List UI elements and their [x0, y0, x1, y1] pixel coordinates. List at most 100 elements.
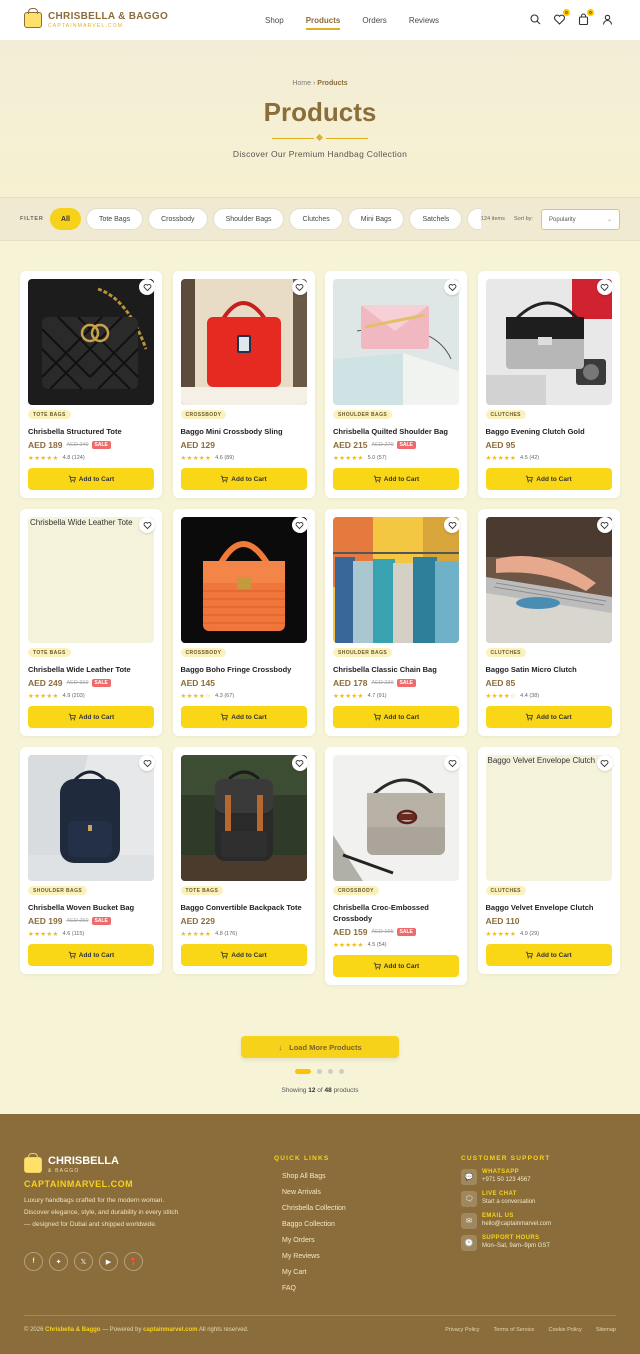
- add-to-cart-button[interactable]: Add to Cart: [333, 468, 459, 490]
- wishlist-heart-icon[interactable]: [139, 517, 155, 533]
- legal-sitemap[interactable]: Sitemap: [596, 1327, 616, 1333]
- product-card[interactable]: CROSSBODY Baggo Boho Fringe Crossbody AE…: [172, 509, 315, 736]
- product-name[interactable]: Baggo Evening Clutch Gold: [486, 426, 612, 437]
- legal-terms[interactable]: Terms of Service: [494, 1327, 535, 1333]
- product-card[interactable]: SHOULDER BAGS Chrisbella Woven Bucket Ba…: [20, 747, 162, 974]
- support-live-chat[interactable]: 🗨 LIVE CHAT Start a conversation: [461, 1191, 535, 1207]
- product-image[interactable]: [333, 279, 459, 405]
- chip-satchels[interactable]: Satchels: [409, 208, 463, 230]
- wishlist-heart-icon[interactable]: [139, 755, 155, 771]
- instagram-icon[interactable]: ✦: [49, 1252, 68, 1271]
- youtube-icon[interactable]: ▶: [99, 1252, 118, 1271]
- chip-clutches[interactable]: Clutches: [289, 208, 343, 230]
- search-icon[interactable]: [529, 13, 542, 26]
- add-to-cart-button[interactable]: Add to Cart: [180, 944, 307, 966]
- wishlist-heart-icon[interactable]: [596, 755, 613, 771]
- add-to-cart-button[interactable]: Add to Cart: [28, 944, 154, 966]
- product-name[interactable]: Baggo Convertible Backpack Tote: [181, 902, 307, 913]
- copyright-site[interactable]: captainmarvel.com: [143, 1327, 197, 1333]
- product-image[interactable]: [180, 279, 307, 405]
- wishlist-heart-icon[interactable]: [291, 517, 308, 533]
- product-name[interactable]: Baggo Satin Micro Clutch: [486, 664, 612, 675]
- product-name[interactable]: Chrisbella Croc-Embossed Crossbody: [333, 902, 459, 924]
- wishlist-heart-icon[interactable]: [596, 517, 613, 533]
- add-to-cart-button[interactable]: Add to Cart: [28, 706, 154, 728]
- add-to-cart-button[interactable]: Add to Cart: [485, 706, 612, 728]
- load-more-button[interactable]: ↓ Load More Products: [241, 1036, 399, 1058]
- product-card[interactable]: CLUTCHES Baggo Evening Clutch Gold AED 9…: [477, 271, 620, 498]
- wishlist-heart-icon[interactable]: 0: [553, 9, 570, 26]
- product-card[interactable]: Chrisbella Wide Leather Tote TOTE BAGS C…: [20, 509, 162, 736]
- footer-link-baggo[interactable]: Baggo Collection: [282, 1221, 346, 1237]
- chip-crossbody[interactable]: Crossbody: [148, 208, 208, 230]
- product-name[interactable]: Chrisbella Structured Tote: [28, 426, 154, 437]
- nav-reviews[interactable]: Reviews: [409, 16, 439, 25]
- wishlist-heart-icon[interactable]: [596, 279, 613, 295]
- nav-shop[interactable]: Shop: [265, 16, 284, 25]
- product-name[interactable]: Chrisbella Classic Chain Bag: [333, 664, 459, 675]
- product-name[interactable]: Chrisbella Woven Bucket Bag: [28, 902, 154, 913]
- nav-products[interactable]: Products: [305, 16, 340, 30]
- product-image[interactable]: [180, 755, 307, 881]
- footer-link-faq[interactable]: FAQ: [282, 1285, 346, 1301]
- cart-bag-icon[interactable]: 0: [577, 9, 594, 26]
- add-to-cart-button[interactable]: Add to Cart: [180, 706, 307, 728]
- wishlist-heart-icon[interactable]: [444, 279, 460, 295]
- add-to-cart-button[interactable]: Add to Cart: [333, 955, 459, 977]
- brand[interactable]: CHRISBELLA & BAGGO CAPTAINMARVEL.COM: [48, 11, 168, 29]
- product-image[interactable]: [28, 279, 154, 405]
- chip-tote-bags[interactable]: Tote Bags: [85, 208, 144, 230]
- add-to-cart-button[interactable]: Add to Cart: [485, 468, 612, 490]
- support-email[interactable]: ✉ EMAIL US hello@captainmarvel.com: [461, 1213, 551, 1229]
- footer-link-new-arrivals[interactable]: New Arrivals: [282, 1189, 346, 1205]
- product-name[interactable]: Baggo Boho Fringe Crossbody: [181, 664, 307, 675]
- user-account-icon[interactable]: [601, 13, 614, 26]
- add-to-cart-button[interactable]: Add to Cart: [485, 944, 612, 966]
- breadcrumb-home[interactable]: Home: [292, 80, 311, 87]
- footer-site[interactable]: CAPTAINMARVEL.COM: [24, 1179, 133, 1189]
- nav-orders[interactable]: Orders: [362, 16, 386, 25]
- product-image[interactable]: Baggo Velvet Envelope Clutch: [485, 755, 612, 881]
- facebook-icon[interactable]: f: [24, 1252, 43, 1271]
- product-name[interactable]: Chrisbella Wide Leather Tote: [28, 664, 154, 675]
- copyright-brand[interactable]: Chrisbella & Baggo: [45, 1327, 100, 1333]
- product-card[interactable]: SHOULDER BAGS Chrisbella Quilted Shoulde…: [325, 271, 467, 498]
- product-image[interactable]: [333, 517, 459, 643]
- chip-all[interactable]: All: [50, 208, 81, 230]
- chip-mini-bags[interactable]: Mini Bags: [347, 208, 405, 230]
- add-to-cart-button[interactable]: Add to Cart: [180, 468, 307, 490]
- product-image[interactable]: [485, 517, 612, 643]
- product-card[interactable]: Baggo Velvet Envelope Clutch CLUTCHES Ba…: [477, 747, 620, 974]
- product-name[interactable]: Chrisbella Quilted Shoulder Bag: [333, 426, 459, 437]
- wishlist-heart-icon[interactable]: [291, 279, 308, 295]
- legal-cookies[interactable]: Cookie Policy: [548, 1327, 581, 1333]
- bag-logo-icon[interactable]: [24, 8, 42, 28]
- wishlist-heart-icon[interactable]: [139, 279, 155, 295]
- wishlist-heart-icon[interactable]: [444, 755, 460, 771]
- support-whatsapp[interactable]: 💬 WHATSAPP +971 50 123 4567: [461, 1169, 531, 1185]
- product-card[interactable]: CROSSBODY Chrisbella Croc-Embossed Cross…: [325, 747, 467, 985]
- add-to-cart-button[interactable]: Add to Cart: [28, 468, 154, 490]
- footer-link-orders[interactable]: My Orders: [282, 1237, 346, 1253]
- product-name[interactable]: Baggo Mini Crossbody Sling: [181, 426, 307, 437]
- product-image[interactable]: Chrisbella Wide Leather Tote: [28, 517, 154, 643]
- footer-link-cart[interactable]: My Cart: [282, 1269, 346, 1285]
- product-card[interactable]: TOTE BAGS Chrisbella Structured Tote AED…: [20, 271, 162, 498]
- product-card[interactable]: TOTE BAGS Baggo Convertible Backpack Tot…: [172, 747, 315, 974]
- wishlist-heart-icon[interactable]: [444, 517, 460, 533]
- product-image[interactable]: [333, 755, 459, 881]
- x-twitter-icon[interactable]: 𝕏: [74, 1252, 93, 1271]
- chip-shoulder-bags[interactable]: Shoulder Bags: [212, 208, 285, 230]
- footer-link-reviews[interactable]: My Reviews: [282, 1253, 346, 1269]
- chip-backpacks[interactable]: Backpacks: [467, 208, 481, 230]
- product-card[interactable]: CROSSBODY Baggo Mini Crossbody Sling AED…: [172, 271, 315, 498]
- product-card[interactable]: CLUTCHES Baggo Satin Micro Clutch AED 85…: [477, 509, 620, 736]
- legal-privacy[interactable]: Privacy Policy: [445, 1327, 479, 1333]
- product-name[interactable]: Baggo Velvet Envelope Clutch: [486, 902, 612, 913]
- wishlist-heart-icon[interactable]: [291, 755, 308, 771]
- brand-name[interactable]: CHRISBELLA & BAGGO: [48, 11, 168, 22]
- sort-select[interactable]: Popularity ⌄: [541, 209, 620, 230]
- product-card[interactable]: SHOULDER BAGS Chrisbella Classic Chain B…: [325, 509, 467, 736]
- footer-link-chrisbella[interactable]: Chrisbella Collection: [282, 1205, 346, 1221]
- add-to-cart-button[interactable]: Add to Cart: [333, 706, 459, 728]
